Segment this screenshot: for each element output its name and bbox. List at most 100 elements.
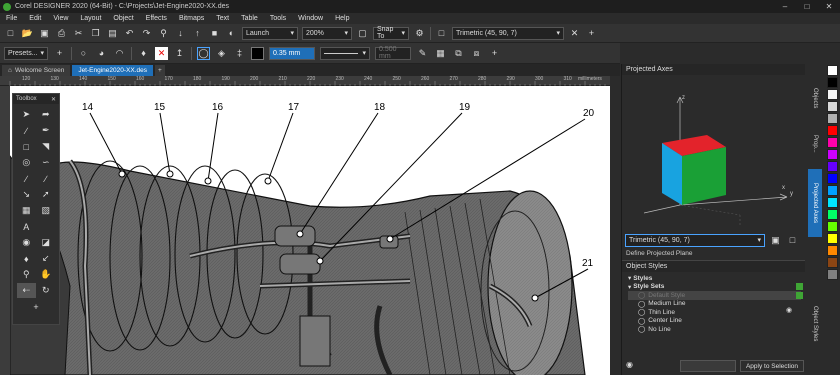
settings-gear-icon[interactable]: ⚙	[413, 27, 426, 40]
add-style-set-icon[interactable]	[796, 283, 803, 290]
shape-tool-icon[interactable]: ➦	[37, 107, 56, 122]
palette-swatch[interactable]	[827, 173, 838, 184]
pick-tool-icon[interactable]: ➤	[17, 107, 36, 122]
tab-jet-engine[interactable]: Jet-Engine2020-XX.des	[72, 65, 153, 76]
palette-swatch[interactable]	[827, 125, 838, 136]
add-icon[interactable]: +	[585, 27, 598, 40]
line-style-dropdown[interactable]: ▾	[320, 46, 370, 60]
style-item[interactable]: ◯ Default Style	[628, 291, 801, 300]
styles-node[interactable]: ▾ Styles	[628, 274, 801, 283]
projected-tool-icon[interactable]: ⇠	[17, 283, 36, 298]
open-folder-icon[interactable]: 📂	[21, 27, 34, 40]
perspective-icon[interactable]: ◈	[215, 47, 228, 60]
paste-icon[interactable]: ▤	[106, 27, 119, 40]
connector-tool-icon[interactable]: ∕	[37, 171, 56, 186]
table-tool-icon[interactable]: ▦	[17, 203, 36, 218]
to-back-icon[interactable]: ⧈	[470, 47, 483, 60]
new-document-icon[interactable]: □	[4, 27, 17, 40]
tab-projected-axes[interactable]: Projected Axes	[808, 169, 822, 237]
add-tool-icon[interactable]: +	[17, 299, 55, 314]
palette-swatch[interactable]	[827, 65, 838, 76]
palette-swatch[interactable]	[827, 89, 838, 100]
palette-swatch[interactable]	[827, 161, 838, 172]
arc-icon[interactable]: ◠	[113, 47, 126, 60]
close-icon[interactable]: ✕	[568, 27, 581, 40]
new-tab-button[interactable]: +	[154, 65, 165, 76]
no-fill-icon[interactable]: ✕	[155, 46, 168, 60]
drawing-canvas[interactable]: 14 15 16 17 18 19 20 21	[10, 86, 610, 375]
print-icon[interactable]: ⎙	[55, 27, 68, 40]
pen-tool-icon[interactable]: ✒	[37, 123, 56, 138]
palette-swatch[interactable]	[827, 113, 838, 124]
redo-icon[interactable]: ↷	[140, 27, 153, 40]
palette-swatch[interactable]	[827, 245, 838, 256]
menu-table[interactable]: Table	[241, 15, 258, 22]
add-preset-icon[interactable]: +	[53, 47, 66, 60]
outline-pen-icon[interactable]: ↥	[173, 47, 186, 60]
save-projection-icon[interactable]: ▣	[769, 234, 782, 247]
save-icon[interactable]: ▣	[38, 27, 51, 40]
projection-dropdown[interactable]: Trimetric (45, 90, 7) ▾	[452, 26, 564, 40]
menu-view[interactable]: View	[53, 15, 68, 22]
menu-layout[interactable]: Layout	[80, 15, 101, 22]
launch-dropdown[interactable]: Launch ▾	[242, 26, 298, 40]
bezier-tool-icon[interactable]: ➚	[37, 187, 56, 202]
text-tool-icon[interactable]: A	[17, 219, 36, 234]
to-front-icon[interactable]: ⧉	[452, 47, 465, 60]
close-icon[interactable]: ✕	[51, 96, 56, 103]
zoom-level-dropdown[interactable]: 200% ▾	[302, 26, 352, 40]
undo-icon[interactable]: ↶	[123, 27, 136, 40]
secondary-style-button[interactable]	[680, 360, 736, 372]
rotate-tool-icon[interactable]: ↻	[37, 283, 56, 298]
apply-style-icon[interactable]: ◉	[786, 306, 792, 314]
palette-swatch[interactable]	[827, 101, 838, 112]
tab-properties[interactable]: Prop...	[808, 124, 822, 164]
cut-icon[interactable]: ✂	[72, 27, 85, 40]
zoom-tool-icon[interactable]: ⚲	[17, 267, 36, 282]
presets-dropdown[interactable]: Presets... ▾	[4, 46, 48, 60]
stroke-width-input[interactable]: 0.35 mm	[269, 46, 315, 60]
palette-swatch[interactable]	[827, 209, 838, 220]
menu-file[interactable]: File	[6, 15, 17, 22]
palette-swatch[interactable]	[827, 137, 838, 148]
palette-swatch[interactable]	[827, 149, 838, 160]
menu-object[interactable]: Object	[113, 15, 133, 22]
style-item[interactable]: ◯ Medium Line	[628, 300, 801, 309]
search-icon[interactable]: ⚲	[157, 27, 170, 40]
add-child-style-icon[interactable]	[796, 292, 803, 299]
line-tool-icon[interactable]: ∕	[17, 123, 36, 138]
style-sets-node[interactable]: ▾ Style Sets	[628, 283, 801, 292]
edit-icon[interactable]: ✎	[416, 47, 429, 60]
tab-objects[interactable]: Objects	[808, 78, 822, 118]
ellipse-icon[interactable]: ○	[77, 47, 90, 60]
tab-object-styles[interactable]: Object Styles	[808, 292, 822, 356]
maximize-icon[interactable]: □	[796, 0, 818, 13]
add-style-icon[interactable]: ◉	[626, 360, 633, 369]
palette-swatch[interactable]	[827, 257, 838, 268]
style-item[interactable]: ◯ Center Line	[628, 317, 801, 326]
palette-swatch[interactable]	[827, 197, 838, 208]
delete-projection-icon[interactable]: □	[786, 234, 799, 247]
curve-tool-icon[interactable]: ∽	[37, 155, 56, 170]
graph-tool-icon[interactable]: ▧	[37, 203, 56, 218]
menu-effects[interactable]: Effects	[146, 15, 167, 22]
palette-swatch[interactable]	[827, 185, 838, 196]
color-box-icon[interactable]: □	[435, 27, 448, 40]
publish-icon[interactable]: ◐	[225, 27, 238, 40]
dimension-input[interactable]: 0.500 mm	[375, 46, 411, 60]
crop-tool-icon[interactable]: ◥	[37, 139, 56, 154]
menu-text[interactable]: Text	[216, 15, 229, 22]
menu-help[interactable]: Help	[335, 15, 349, 22]
palette-swatch[interactable]	[827, 233, 838, 244]
menu-tools[interactable]: Tools	[270, 15, 286, 22]
pan-tool-icon[interactable]: ✋	[37, 267, 56, 282]
dimension-tool-icon[interactable]: ∕	[17, 171, 36, 186]
menu-window[interactable]: Window	[298, 15, 323, 22]
close-icon[interactable]: ✕	[818, 0, 840, 13]
export-icon[interactable]: ↑	[191, 27, 204, 40]
fill-tool-icon[interactable]: ♦	[17, 251, 36, 266]
menu-bitmaps[interactable]: Bitmaps	[179, 15, 204, 22]
style-item[interactable]: ◯ Thin Line	[628, 308, 801, 317]
outline-color-swatch[interactable]	[251, 46, 264, 60]
object-tool-icon[interactable]: ◉	[17, 235, 36, 250]
